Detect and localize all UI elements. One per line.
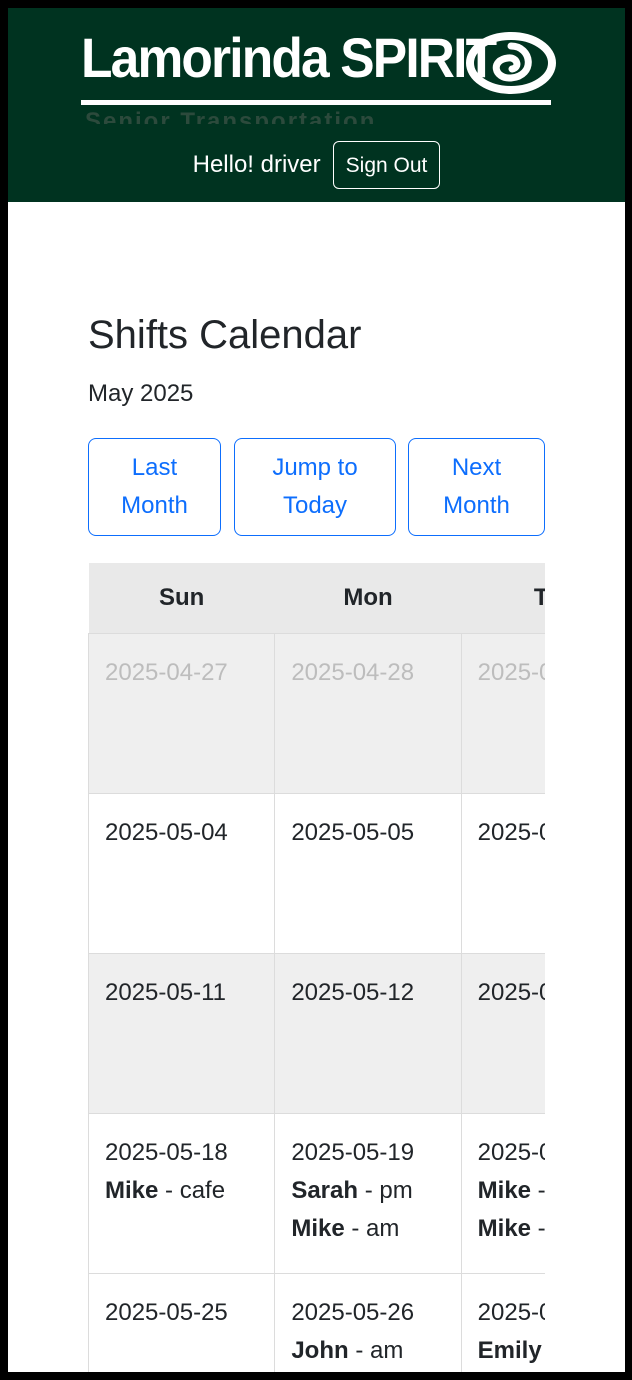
shift-entry: Mike -	[478, 1172, 545, 1210]
shift-driver-name: Sarah	[291, 1176, 359, 1204]
shift-slot: -	[542, 1337, 545, 1364]
shift-entry: John - am	[291, 1332, 444, 1370]
calendar-week-row: 2025-04-27 2025-04-28 2025-04-29	[88, 632, 545, 794]
page-title: Shifts Calendar	[88, 313, 362, 357]
jump-to-today-label-line1: Jump to	[272, 454, 358, 481]
lamorinda-spirit-logo[interactable]: Lamorinda SPIRIT Senior Transportation	[81, 26, 559, 124]
shift-slot: - cafe	[158, 1176, 226, 1204]
calendar-week-row: 2025-05-11 2025-05-12 2025-05-13	[88, 952, 545, 1114]
calendar-day-cell[interactable]: 2025-05-13	[460, 952, 545, 1114]
day-date: 2025-05-11	[105, 978, 226, 1006]
last-month-label-line1: Last	[131, 454, 178, 481]
shift-entry: Mike - am	[291, 1210, 444, 1248]
swirl-logo-icon	[466, 32, 556, 94]
shift-slot: - pm	[358, 1176, 413, 1204]
calendar-day-cell[interactable]: 2025-05-19 Sarah - pm Mike - am	[274, 1112, 462, 1274]
calendar-day-cell[interactable]: 2025-05-27 Emily -	[460, 1272, 545, 1372]
shift-slot: -	[531, 1214, 545, 1242]
shift-slot: -	[531, 1176, 545, 1204]
weekday-header-row: Sun Mon Tue	[88, 563, 545, 633]
calendar-week-row: 2025-05-04 2025-05-05 2025-05-06	[88, 792, 545, 954]
calendar-day-cell[interactable]: 2025-05-26 John - am	[274, 1272, 462, 1372]
shifts-calendar-table: Sun Mon Tue 2025-04-272025-04-282025-04-…	[88, 563, 545, 1372]
day-date: 2025-05-26	[291, 1298, 415, 1326]
calendar-day-cell[interactable]: 2025-05-20Mike -Mike -	[460, 1112, 545, 1274]
shift-driver-name: Mike	[291, 1214, 345, 1242]
next-month-label-line2: Month	[443, 492, 510, 519]
weekday-header-mon: Mon	[274, 563, 462, 633]
main-content: Shifts Calendar May 2025 Last Month Jump…	[88, 202, 545, 1372]
calendar-day-cell[interactable]: 2025-04-28	[274, 632, 462, 794]
weekday-header-sun: Sun	[88, 563, 275, 633]
logo-tagline: Senior Transportation	[85, 110, 377, 124]
shift-driver-name: Mike	[105, 1176, 159, 1204]
day-date: 2025-05-25	[105, 1298, 228, 1326]
calendar-day-cell[interactable]: 2025-04-27	[88, 632, 276, 794]
shift-driver-name: John	[291, 1336, 349, 1364]
user-greeting-bar: Hello! driver Sign Out	[8, 140, 625, 190]
shift-slot: - am	[348, 1336, 404, 1364]
shift-entry: Mike - cafe	[105, 1172, 258, 1210]
day-date: 2025-04-28	[291, 658, 415, 686]
day-date: 2025-05-20	[477, 1138, 545, 1166]
shift-entry: Mike -	[478, 1210, 545, 1248]
sign-out-button[interactable]: Sign Out	[332, 141, 441, 189]
day-date: 2025-04-27	[105, 658, 228, 686]
day-date: 2025-05-13	[477, 978, 545, 1006]
site-header: Lamorinda SPIRIT Senior Transportation H…	[8, 8, 625, 202]
calendar-day-cell[interactable]: 2025-05-25	[88, 1272, 276, 1372]
shift-driver-name: Emily	[477, 1336, 542, 1364]
next-month-label-line1: Next	[451, 454, 502, 481]
calendar-week-row: 2025-05-25 2025-05-26 John - am 2025-05-27 E…	[88, 1272, 545, 1372]
calendar-day-cell[interactable]: 2025-05-11	[88, 952, 276, 1114]
shift-slot: - am	[344, 1214, 400, 1242]
shift-entry: Sarah - pm	[291, 1172, 444, 1210]
greeting-text: Hello! driver	[192, 151, 321, 178]
current-month-label: May 2025	[88, 380, 194, 407]
calendar-day-cell[interactable]: 2025-05-04	[88, 792, 276, 954]
weekday-header-tue: Tue	[461, 563, 545, 633]
day-date: 2025-05-27	[477, 1298, 545, 1326]
calendar-week-row: 2025-05-18 Mike - cafe 2025-05-19 Sarah - p…	[88, 1112, 545, 1274]
shift-driver-name: Mike	[477, 1176, 532, 1204]
calendar-day-cell[interactable]: 2025-05-12	[274, 952, 462, 1114]
jump-to-today-label-line2: Today	[282, 492, 348, 519]
day-date: 2025-05-19	[291, 1138, 415, 1166]
calendar-day-cell[interactable]: 2025-04-29	[460, 632, 545, 794]
calendar-day-cell[interactable]: 2025-05-18 Mike - cafe	[88, 1112, 276, 1274]
shift-entry: Emily -	[478, 1332, 545, 1370]
calendar-day-cell[interactable]: 2025-05-05	[274, 792, 462, 954]
day-date: 2025-05-05	[291, 818, 415, 846]
day-date: 2025-05-12	[291, 978, 415, 1006]
day-date: 2025-05-06	[477, 818, 545, 846]
day-date: 2025-04-29	[477, 658, 545, 686]
last-month-button[interactable]: Last Month	[88, 438, 221, 536]
jump-to-today-button[interactable]: Jump to Today	[234, 438, 396, 536]
logo-text: Lamorinda SPIRIT	[81, 26, 497, 89]
last-month-label-line2: Month	[121, 492, 188, 519]
browser-viewport: Lamorinda SPIRIT Senior Transportation H…	[8, 8, 625, 1372]
shift-driver-name: Mike	[477, 1214, 532, 1242]
day-date: 2025-05-18	[105, 1138, 228, 1166]
next-month-button[interactable]: Next Month	[408, 438, 545, 536]
calendar-day-cell[interactable]: 2025-05-06	[460, 792, 545, 954]
day-date: 2025-05-04	[105, 818, 228, 846]
logo-underline	[81, 100, 551, 105]
